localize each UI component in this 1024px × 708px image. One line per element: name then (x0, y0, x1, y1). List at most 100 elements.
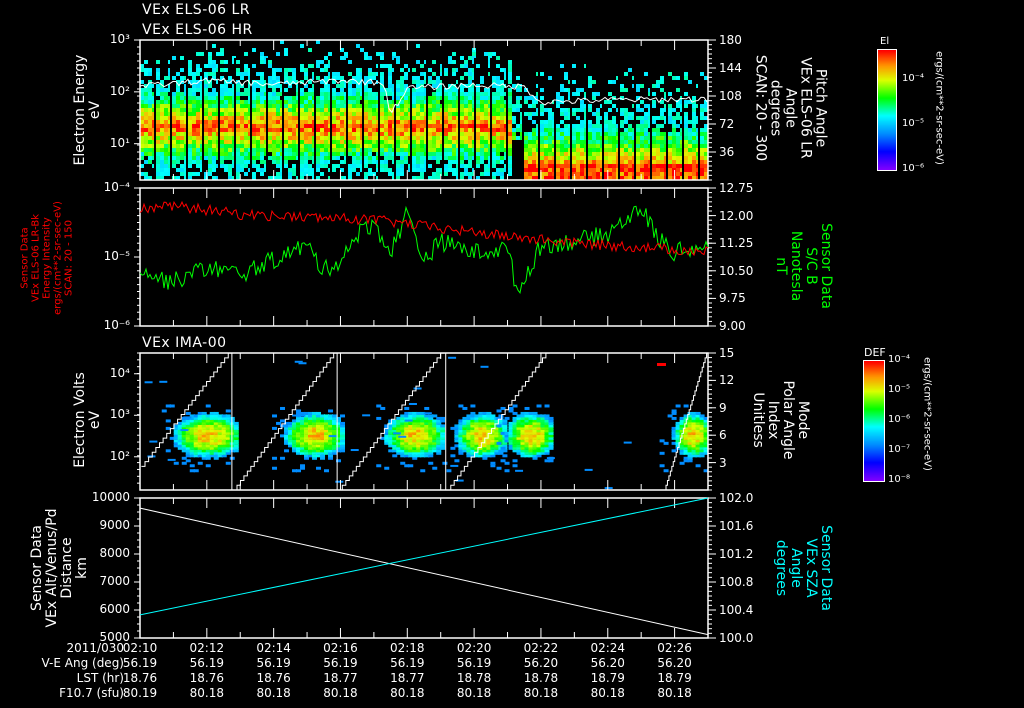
sza-line (139, 497, 709, 616)
table-cell: 18.79 (657, 671, 692, 685)
y-tick-label: 10⁻⁵ (103, 249, 130, 263)
y2-tick-label: 100.4 (719, 603, 754, 617)
sza-y2label: Sensor Data VEx SZA Angle degrees (773, 525, 834, 611)
table-cell: 56.19 (456, 656, 492, 670)
alt-ylabel-line: VEx Alt/Venus/Pd (44, 508, 60, 628)
y2-tick-label: 9 (719, 400, 727, 415)
time-tick-label: 02:18 (389, 641, 425, 655)
y2-tick-label: 144 (719, 61, 742, 75)
y2-tick-label: 10.50 (719, 263, 754, 278)
sza-y2label-line: degrees (773, 539, 789, 597)
y-tick-label: 10⁻⁴ (103, 180, 130, 194)
els-colorbar-title: El (880, 36, 890, 47)
panel-frame-1 (139, 39, 709, 181)
y2-tick-label: 36 (719, 145, 735, 159)
intensity-ylabel-line: Energy Intensity (41, 217, 53, 299)
table-cell: 80.18 (256, 686, 291, 700)
els-colorbar-tick: 10⁻⁵ (902, 118, 925, 129)
panel-frame-4 (139, 497, 709, 639)
alt-ylabel-line: km (74, 557, 90, 579)
y2-tick-label: 100.8 (719, 575, 754, 589)
table-cell: 18.76 (189, 671, 224, 685)
ima-colorbar-tick: 10⁻⁵ (888, 384, 911, 395)
ima-colorbar-tick: 10⁻⁷ (888, 444, 911, 455)
y2-tick-label: 9.00 (719, 319, 746, 333)
polar-angle-line (141, 352, 236, 467)
table-cell: 18.78 (523, 671, 559, 685)
ima-colorbar (863, 360, 885, 482)
polar-angle-line (664, 352, 710, 491)
table-cell: 80.18 (657, 686, 692, 700)
ima-colorbar-tick: 10⁻⁸ (888, 474, 911, 485)
els-colorbar (877, 49, 897, 171)
y-tick-label: 10⁻⁶ (103, 318, 130, 332)
table-cell: 56.19 (189, 656, 224, 670)
y2-tick-label: 108 (719, 89, 742, 103)
table-cell: 56.20 (590, 656, 625, 670)
ima-colorbar-tick: 10⁻⁶ (888, 414, 911, 425)
els-ylabel-line: eV (87, 100, 103, 120)
polar-angle-line (447, 352, 553, 491)
table-row-label: 2011/030 (66, 641, 125, 655)
y2-tick-label: 3 (719, 455, 727, 470)
time-tick-label: 02:26 (657, 641, 692, 655)
altitude-line (139, 507, 709, 636)
els-colorbar-units: ergs/(cm**2-sr-sec-eV) (933, 51, 945, 165)
alt-ylabel-line: Sensor Data (29, 525, 45, 611)
intensity-ylabel: Sensor Data VEx ELS-06 LR-Bk Energy Intens… (20, 201, 75, 315)
intensity-ylabel-line: VEx ELS-06 LR-Bk (30, 213, 42, 303)
y-tick-label: 7000 (99, 574, 130, 588)
els-colorbar-tick: 10⁻⁴ (902, 73, 925, 84)
table-cell: 56.20 (657, 656, 692, 670)
time-tick-label: 02:10 (122, 641, 158, 655)
time-tick-label: 02:22 (523, 641, 559, 655)
bfield-y2label-line: S/C B (803, 247, 819, 285)
y2-tick-label: 180 (719, 33, 742, 47)
y-tick-label: 6000 (99, 602, 130, 616)
els-colorbar-tick: 10⁻⁶ (902, 163, 925, 174)
y2-tick-label: 11.25 (719, 236, 754, 251)
sza-y2label-line: Angle (788, 548, 804, 588)
table-cell: 80.18 (390, 686, 425, 700)
y2-tick-label: 102.0 (719, 491, 754, 505)
sza-y2label-line: Sensor Data (818, 525, 834, 611)
ima-ylabel: Electron Volts eV (72, 372, 103, 468)
ima-y2label-line: Index (765, 400, 781, 440)
ima-colorbar-tick: 10⁻⁴ (888, 354, 911, 365)
time-tick-label: 02:14 (256, 641, 291, 655)
time-tick-label: 02:16 (323, 641, 358, 655)
y2-tick-label: 9.75 (719, 291, 746, 306)
time-tick-label: 02:20 (456, 641, 492, 655)
intensity-ylabel-line: Sensor Data (19, 227, 31, 289)
bfield-y2label-line: Nanotesla (788, 230, 804, 302)
intensity-ylabel-line: SCAN: 20 - 150 (63, 220, 75, 296)
time-tick-label: 02:24 (590, 641, 626, 655)
y2-tick-label: 12.00 (719, 208, 754, 223)
y2-tick-label: 101.2 (719, 547, 754, 561)
intensity-ylabel-line: ergs/(cm**2-sr-sec-eV) (52, 201, 64, 315)
x-axis-annotation-table: 2011/030 02:10 02:12 02:14 02:16 02:18 02:20 02… (0, 641, 1024, 707)
els-y2label: Pitch Angle VEx ELS-06 LR Angle degrees SCAN… (753, 55, 829, 161)
y2-tick-label: 6 (719, 428, 727, 443)
els-y2label-line: degrees (767, 79, 784, 137)
table-cell: 56.19 (122, 656, 158, 670)
ima-y2label-line: Unitless (750, 392, 766, 448)
table-cell: 18.77 (390, 671, 425, 685)
table-cell: 56.20 (523, 656, 559, 670)
table-row-label: V-E Ang (deg) (41, 656, 124, 670)
y-tick-label: 8000 (99, 546, 130, 560)
pitch-angle-line (139, 77, 708, 114)
ima-ylabel-line: Electron Volts (72, 372, 88, 468)
y-tick-label: 10³ (109, 32, 130, 46)
ima-ylabel-line: eV (87, 410, 103, 430)
els-y2label-line: Pitch Angle (812, 68, 829, 148)
bfield-y2label-line: Sensor Data (818, 223, 834, 309)
bfield-line (139, 205, 709, 294)
polar-angle-line (233, 352, 341, 491)
y2-tick-label: 12 (719, 373, 735, 388)
table-cell: 80.18 (189, 686, 224, 700)
table-row-label: LST (hr) (76, 671, 124, 685)
table-cell: 80.18 (456, 686, 492, 700)
polar-angle-line (338, 352, 448, 491)
table-cell: 56.19 (390, 656, 425, 670)
